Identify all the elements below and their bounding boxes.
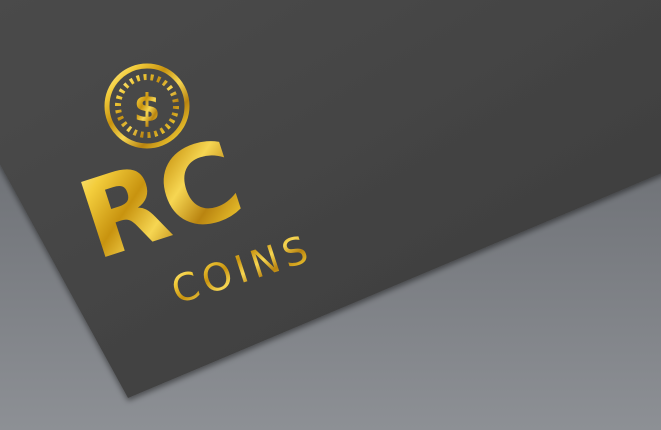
coin-symbol: $: [134, 86, 160, 130]
business-card-mockup: $ RC COINS: [0, 0, 661, 430]
